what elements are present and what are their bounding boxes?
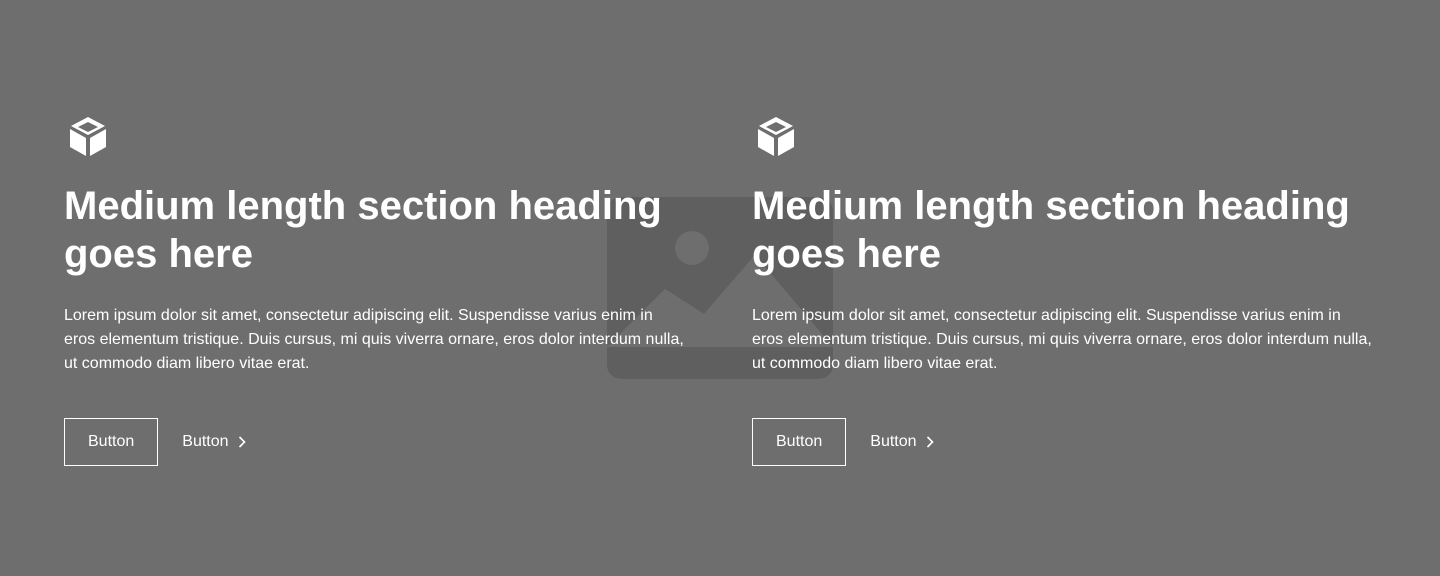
cube-icon: [758, 117, 794, 156]
cube-icon: [70, 117, 106, 156]
secondary-button-label: Button: [182, 433, 229, 450]
feature-column-left: Medium length section heading goes here …: [64, 112, 688, 466]
secondary-link-button[interactable]: Button: [870, 433, 934, 451]
secondary-button-label: Button: [870, 433, 917, 450]
action-group: Button Button: [64, 418, 688, 466]
feature-column-right: Medium length section heading goes here …: [752, 112, 1376, 466]
section-heading: Medium length section heading goes here: [752, 184, 1350, 276]
secondary-link-button[interactable]: Button: [182, 433, 246, 451]
feature-section: Medium length section heading goes here …: [0, 0, 1440, 576]
section-heading: Medium length section heading goes here: [64, 184, 662, 276]
section-body: Lorem ipsum dolor sit amet, consectetur …: [64, 307, 684, 372]
chevron-right-icon: [926, 436, 934, 448]
primary-button[interactable]: Button: [64, 418, 159, 466]
section-body: Lorem ipsum dolor sit amet, consectetur …: [752, 307, 1372, 372]
action-group: Button Button: [752, 418, 1376, 466]
primary-button[interactable]: Button: [752, 418, 847, 466]
chevron-right-icon: [238, 436, 246, 448]
